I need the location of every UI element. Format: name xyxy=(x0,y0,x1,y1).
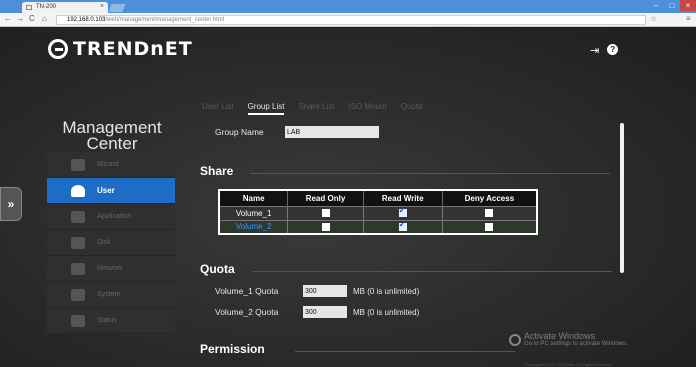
close-window-button[interactable]: × xyxy=(680,0,696,11)
watermark-title: Activate Windows xyxy=(524,331,596,341)
quota-section-title: Quota xyxy=(200,262,235,276)
sidebar-item-label: Status xyxy=(97,317,117,324)
volume-name: Volume_2 xyxy=(219,219,289,234)
header-icons: ⇥ ? xyxy=(590,44,619,57)
browser-titlebar: TN-200 × – □ × xyxy=(0,0,696,13)
sidebar-item-wizard[interactable]: Wizard xyxy=(47,152,175,178)
sidebar-item-label: Application xyxy=(97,213,132,220)
volume-1-quota-unit: MB (0 is unlimited) xyxy=(353,287,420,296)
logo-icon xyxy=(48,39,68,59)
address-bar-row: ← → C ⌂ 192.168.0.103/web/management/man… xyxy=(0,13,696,27)
tab-iso-mount[interactable]: ISO Mount xyxy=(349,102,387,115)
permission-divider xyxy=(295,351,515,352)
sidebar-item-disk[interactable]: Disk xyxy=(47,230,175,256)
tab-share-list[interactable]: Share List xyxy=(298,102,334,115)
col-read-only: Read Only xyxy=(287,190,364,206)
share-section-title: Share xyxy=(200,164,234,178)
read-write-cell xyxy=(363,205,443,220)
bookmark-star-icon[interactable]: ☆ xyxy=(650,14,657,23)
sidebar-item-application[interactable]: Application xyxy=(47,204,175,230)
read-write-checkbox[interactable] xyxy=(398,220,407,232)
title-line-2: Center xyxy=(86,134,138,153)
permission-section-title: Permission xyxy=(200,342,265,356)
volume-1-quota-input[interactable] xyxy=(303,285,347,297)
share-divider xyxy=(250,173,610,174)
user-icon xyxy=(71,184,85,197)
home-button[interactable]: ⌂ xyxy=(42,14,47,23)
sidebar-item-status[interactable]: Status xyxy=(47,308,175,334)
back-button[interactable]: ← xyxy=(4,14,12,23)
table-row: Volume_2 xyxy=(219,219,538,234)
page-icon xyxy=(26,5,32,10)
volume-2-quota-input[interactable] xyxy=(303,306,347,318)
table-row: Volume_1 xyxy=(219,205,538,220)
volume-2-quota-label: Volume_2 Quota xyxy=(215,307,279,317)
sidebar-item-system[interactable]: System xyxy=(47,282,175,308)
network-icon xyxy=(71,262,85,275)
col-deny-access: Deny Access xyxy=(442,190,538,206)
tab-user-list[interactable]: User List xyxy=(202,102,234,115)
sidebar-item-label: Disk xyxy=(97,239,111,246)
tab-group-list[interactable]: Group List xyxy=(247,102,285,115)
volume-name: Volume_1 xyxy=(219,205,289,220)
watermark-subtitle: Go to PC settings to activate Windows. xyxy=(524,341,628,347)
tab-bar: User List Group List Share List ISO Moun… xyxy=(202,102,423,115)
sidebar-item-label: Wizard xyxy=(97,161,119,168)
col-read-write: Read Write xyxy=(363,190,443,206)
minimize-button[interactable]: – xyxy=(648,0,664,11)
read-only-cell xyxy=(287,205,364,220)
new-tab-button[interactable] xyxy=(108,4,126,12)
activation-icon xyxy=(509,334,521,346)
tab-quota[interactable]: Quota xyxy=(401,102,423,115)
wand-icon xyxy=(71,158,85,171)
forward-button[interactable]: → xyxy=(16,14,24,23)
logout-icon[interactable]: ⇥ xyxy=(590,44,599,57)
read-only-checkbox[interactable] xyxy=(321,209,330,218)
col-name: Name xyxy=(219,190,289,206)
read-write-checkbox[interactable] xyxy=(398,206,407,218)
deny-access-cell xyxy=(442,219,538,234)
url-path: /web/management/management_center.html xyxy=(105,17,225,23)
url-host: 192.168.0.103 xyxy=(67,17,106,23)
sidebar-menu: Wizard User Application Disk Network Sys… xyxy=(47,152,175,334)
read-only-checkbox[interactable] xyxy=(321,223,330,232)
activation-watermark: Activate Windows Go to PC settings to ac… xyxy=(509,331,628,347)
sidebar-item-label: System xyxy=(97,291,121,298)
help-icon[interactable]: ? xyxy=(607,44,619,55)
maximize-button[interactable]: □ xyxy=(664,0,680,11)
browser-menu-icon[interactable]: ≡ xyxy=(686,14,691,23)
sidebar-item-label: Network xyxy=(97,265,123,272)
browser-tab[interactable]: TN-200 × xyxy=(22,2,108,13)
deny-access-checkbox[interactable] xyxy=(485,209,494,218)
management-center-title: Management Center xyxy=(48,119,176,153)
tab-close-icon[interactable]: × xyxy=(100,3,104,10)
sidebar-item-network[interactable]: Network xyxy=(47,256,175,282)
volume-2-quota-unit: MB (0 is unlimited) xyxy=(353,308,420,317)
system-icon xyxy=(71,288,85,301)
gear-icon xyxy=(71,210,85,223)
read-write-cell xyxy=(363,219,443,234)
read-only-cell xyxy=(287,219,364,234)
tab-title: TN-200 xyxy=(36,4,57,10)
brand-name: TRENDnET xyxy=(73,38,193,60)
status-icon xyxy=(71,314,85,327)
content-scrollbar[interactable] xyxy=(620,123,624,273)
reload-button[interactable]: C xyxy=(29,14,35,23)
deny-access-cell xyxy=(442,205,538,220)
volume-1-quota-label: Volume_1 Quota xyxy=(215,286,279,296)
disk-icon xyxy=(71,236,85,249)
group-name-input[interactable] xyxy=(285,126,379,138)
main-content: User List Group List Share List ISO Moun… xyxy=(190,96,630,366)
sidebar-toggle-button[interactable]: » xyxy=(0,187,22,221)
url-field[interactable]: 192.168.0.103/web/management/management_… xyxy=(56,15,646,25)
share-table-header: Name Read Only Read Write Deny Access xyxy=(219,190,538,206)
trendnet-logo: TRENDnET xyxy=(48,38,193,60)
group-name-label: Group Name xyxy=(215,127,264,137)
share-table: Name Read Only Read Write Deny Access Vo… xyxy=(218,189,538,235)
deny-access-checkbox[interactable] xyxy=(485,223,494,232)
copyright-text: Copyright©2013 TRENDnet. All Rights Rese… xyxy=(525,362,613,367)
sidebar-item-label: User xyxy=(97,186,115,195)
quota-divider xyxy=(252,271,612,272)
sidebar-item-user[interactable]: User xyxy=(47,178,175,204)
